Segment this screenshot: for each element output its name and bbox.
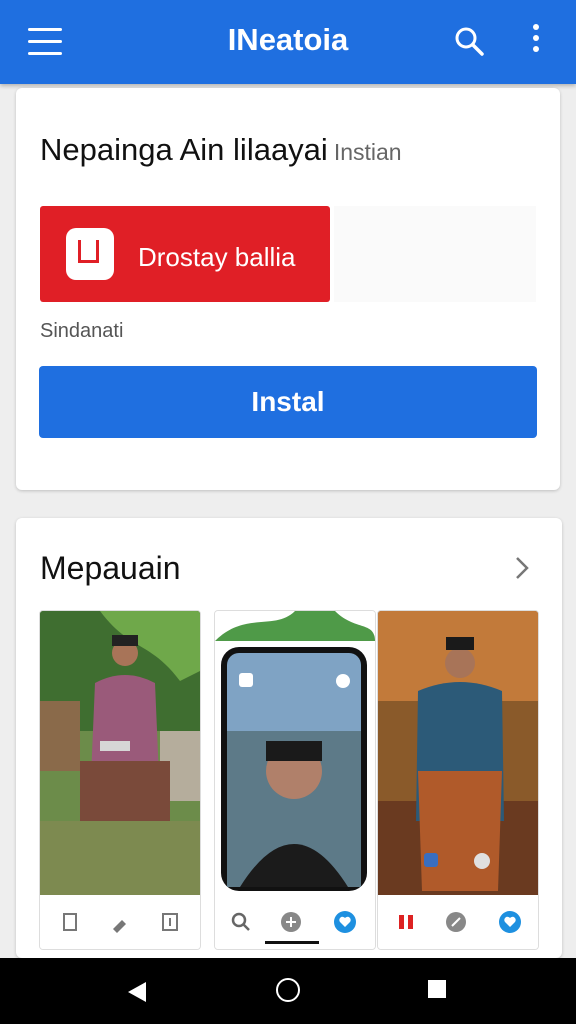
app-bar: INeatoia: [0, 0, 576, 84]
home-indicator: [265, 941, 319, 944]
screenshot-toolbar: [40, 895, 200, 949]
app-name: Nepainga Ain lilaayai: [40, 132, 328, 167]
heart-icon: [334, 911, 356, 933]
home-icon[interactable]: [276, 978, 300, 1002]
install-button[interactable]: Instal: [39, 366, 537, 438]
app-subtitle: Instian: [333, 139, 402, 165]
add-icon: [281, 912, 301, 932]
compass-icon: [446, 912, 466, 932]
search-icon[interactable]: [452, 24, 486, 58]
search-icon: [231, 912, 250, 931]
screenshot-1[interactable]: [39, 610, 201, 950]
promo-banner-faded: [334, 206, 536, 302]
back-icon[interactable]: [126, 980, 148, 1004]
promo-banner[interactable]: Drostay ballia: [40, 206, 330, 302]
screenshot-3[interactable]: [377, 610, 539, 950]
chevron-right-icon[interactable]: [512, 554, 532, 582]
flag-icon: [399, 915, 413, 929]
screenshot-2[interactable]: [214, 610, 376, 950]
info-icon: [162, 913, 178, 931]
screenshot-toolbar: [378, 895, 538, 949]
section-title: Mepauain: [40, 550, 181, 586]
heart-icon: [499, 911, 521, 933]
developer-label: Sindanati: [40, 320, 124, 342]
more-vert-icon[interactable]: [526, 24, 546, 58]
screenshots-card: Mepauain: [16, 518, 562, 958]
promo-label: Drostay ballia: [138, 242, 296, 272]
recents-icon[interactable]: [428, 980, 446, 998]
app-title-heading: Nepainga Ain lilaayai Instian: [40, 132, 402, 168]
app-title: INeatoia: [227, 22, 349, 57]
page-icon: [63, 913, 77, 931]
system-nav-bar: [0, 958, 576, 1024]
app-logo-icon: [66, 228, 114, 280]
app-info-card: Nepainga Ain lilaayai Instian Drostay bal…: [16, 88, 560, 490]
brush-icon: [113, 920, 126, 933]
screenshot-toolbar: [215, 895, 375, 949]
